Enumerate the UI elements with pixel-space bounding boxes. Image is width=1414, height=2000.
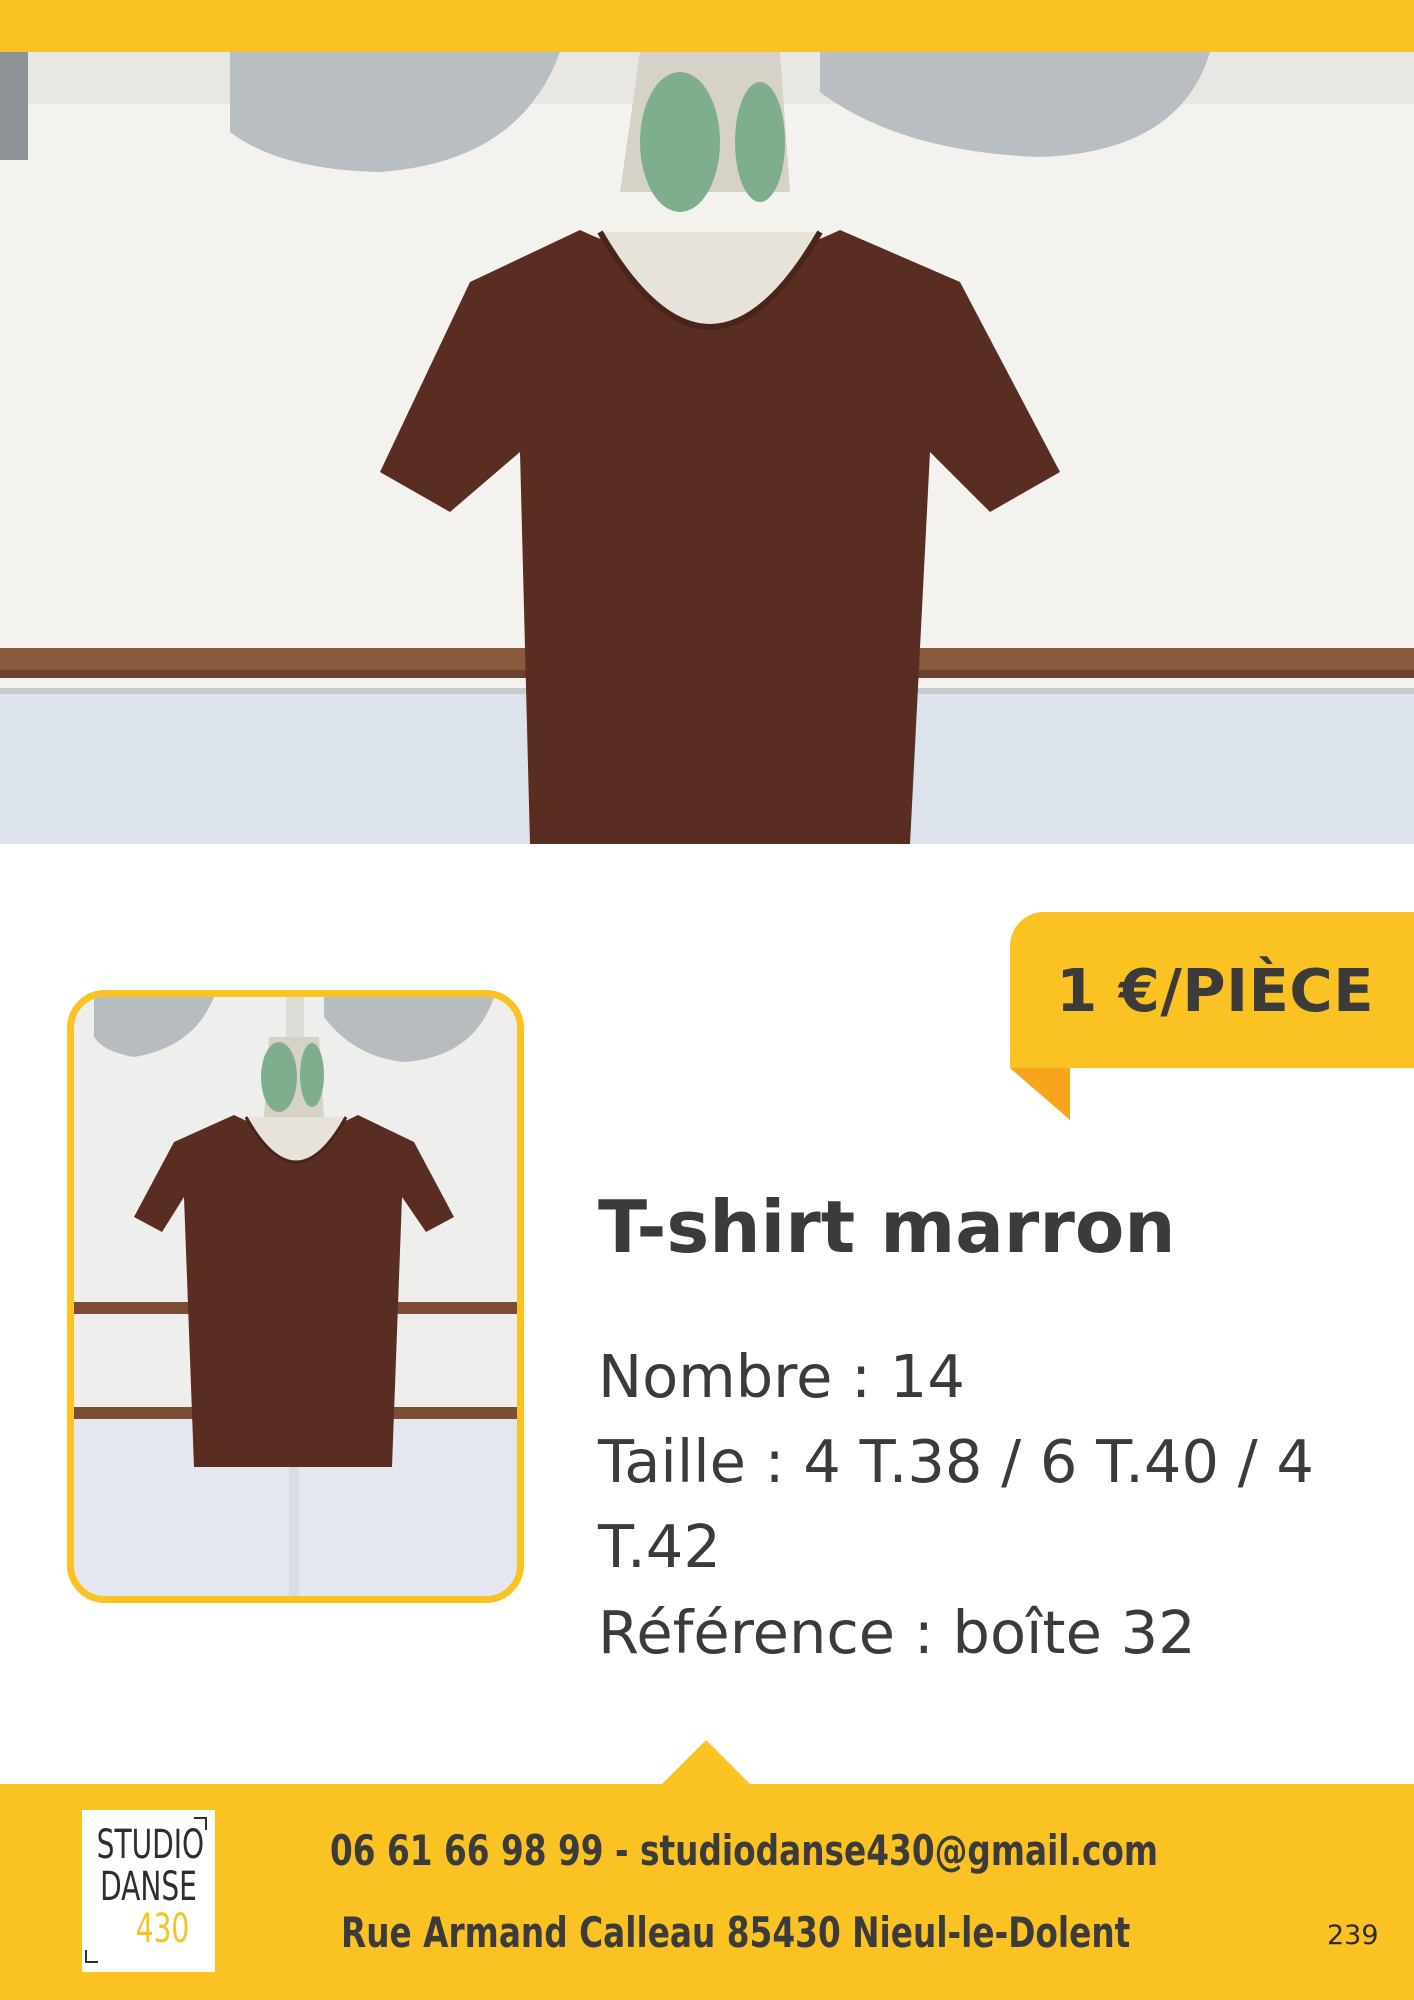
- hero-product-photo: [0, 52, 1414, 844]
- product-thumbnail-photo: [67, 990, 524, 1603]
- price-tag: 1 €/PIÈCE: [1010, 912, 1414, 1068]
- studio-logo: STUDIO DANSE 430: [82, 1810, 215, 1972]
- logo-danse: DANSE: [100, 1864, 197, 1910]
- top-accent-bar: [0, 0, 1414, 52]
- product-size-line1: Taille : 4 T.38 / 6 T.40 / 4: [598, 1427, 1314, 1496]
- footer-notch: [660, 1740, 752, 1786]
- product-title: T-shirt marron: [598, 1185, 1176, 1269]
- page-number: 239: [1327, 1920, 1379, 1951]
- logo-studio: STUDIO: [96, 1822, 205, 1868]
- logo-430: 430: [135, 1906, 190, 1952]
- product-count: Nombre : 14: [598, 1342, 965, 1411]
- price-label: 1 €/PIÈCE: [1056, 955, 1374, 1025]
- product-size-line2: T.42: [598, 1512, 721, 1581]
- price-tag-fold: [1010, 1068, 1070, 1120]
- contact-address: Rue Armand Calleau 85430 Nieul-le-Dolent: [341, 1908, 1131, 1957]
- product-reference: Référence : boîte 32: [598, 1598, 1196, 1667]
- contact-phone-email: 06 61 66 98 99 - studiodanse430@gmail.co…: [330, 1826, 1159, 1875]
